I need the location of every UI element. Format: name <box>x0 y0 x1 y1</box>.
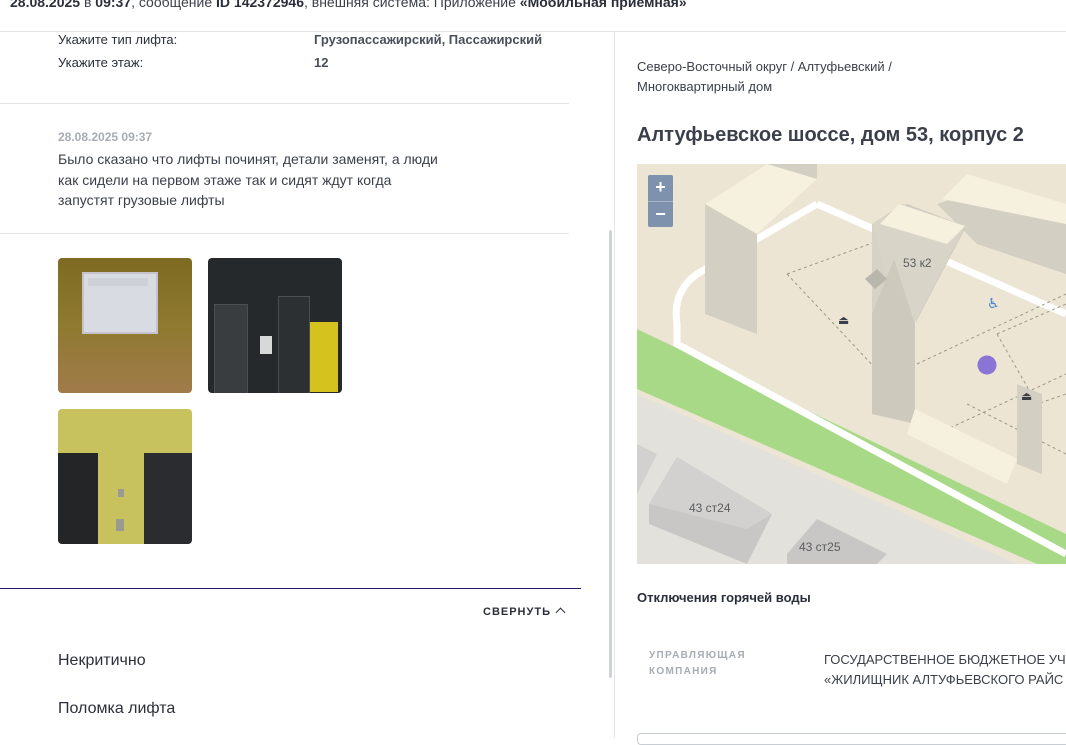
property-label-floor: Укажите этаж: <box>58 55 144 70</box>
photo-notice <box>260 336 272 354</box>
management-company-line-2: «ЖИЛИЩНИК АЛТУФЬЕВСКОГО РАЙС <box>824 672 1064 687</box>
header-time: 09:37 <box>95 0 132 10</box>
message-header: 28.08.2025 в 09:37, сообщение ID 1423729… <box>0 0 1066 32</box>
photo-elevator-door <box>278 296 310 393</box>
header-system-name: «Мобильная приемная» <box>519 0 687 10</box>
header-message-word: , сообщение <box>131 0 217 10</box>
attachment-photo-1[interactable] <box>58 258 192 393</box>
message-details-pane: Укажите тип лифта: Грузопассажирский, Па… <box>0 32 612 738</box>
criticality-value: Некритично <box>58 652 146 669</box>
management-company-label: УПРАВЛЯЮЩАЯ КОМПАНИЯ <box>649 650 746 677</box>
divider <box>0 233 569 234</box>
property-value-floor: 12 <box>314 55 329 70</box>
zoom-in-button[interactable]: + <box>648 175 673 200</box>
section-separator <box>0 588 581 589</box>
svg-text:⏏: ⏏ <box>838 313 849 327</box>
breadcrumb: Северо-Восточный округ / Алтуфьевский / … <box>637 59 892 94</box>
svg-text:⏏: ⏏ <box>1021 389 1032 403</box>
message-header-line: 28.08.2025 в 09:37, сообщение ID 1423729… <box>10 0 687 10</box>
photo-elevator-door <box>214 304 248 393</box>
photo-elevator-door <box>58 453 98 544</box>
photo-elevator-door <box>144 453 192 544</box>
hot-water-outage-link[interactable]: Отключения горячей воды <box>637 590 811 605</box>
photo-call-button <box>116 519 124 531</box>
header-system-text: , внешняя система: Приложение <box>303 0 520 10</box>
management-company-line-1: ГОСУДАРСТВЕННОЕ БЮДЖЕТНОЕ УЧ <box>824 652 1066 667</box>
map[interactable]: ⏏ ⏏ ♿ 53 к2 43 ст24 43 ст25 <box>637 164 1066 564</box>
collapse-button[interactable]: СВЕРНУТЬ <box>483 606 566 618</box>
bottom-input-field[interactable] <box>637 733 1066 745</box>
map-zoom-control: + − <box>648 175 673 227</box>
photo-display-screen <box>82 272 158 334</box>
chevron-up-icon <box>555 607 566 618</box>
photo-open-door <box>310 322 338 392</box>
attachment-photo-3[interactable] <box>58 409 192 544</box>
comment-date: 28.08.2025 09:37 <box>58 130 153 144</box>
header-message-id: ID 142372946 <box>216 0 304 10</box>
map-building-label: 43 ст25 <box>799 540 841 554</box>
photo-call-button <box>118 489 124 497</box>
location-marker[interactable] <box>977 355 997 375</box>
collapse-label: СВЕРНУТЬ <box>483 606 551 618</box>
management-company-value: ГОСУДАРСТВЕННОЕ БЮДЖЕТНОЕ УЧ «ЖИЛИЩНИК А… <box>824 650 1066 690</box>
scrollbar[interactable] <box>609 230 612 678</box>
property-label-lift-type: Укажите тип лифта: <box>58 32 178 47</box>
header-in-word: в <box>80 0 96 10</box>
comment-text: Было сказано что лифты починят, детали з… <box>58 151 438 208</box>
attachment-photo-2[interactable] <box>208 258 342 393</box>
category-value: Поломка лифта <box>58 700 176 717</box>
property-value-lift-type: Грузопассажирский, Пассажирский <box>314 32 543 47</box>
divider <box>0 103 569 104</box>
object-address: Алтуфьевское шоссе, дом 53, корпус 2 <box>637 124 1024 146</box>
map-building-label: 53 к2 <box>903 256 932 270</box>
pane-divider <box>614 32 615 738</box>
map-building-label: 43 ст24 <box>689 501 731 515</box>
header-date: 28.08.2025 <box>10 0 81 10</box>
svg-text:♿: ♿ <box>987 296 1000 312</box>
zoom-out-button[interactable]: − <box>648 201 673 227</box>
